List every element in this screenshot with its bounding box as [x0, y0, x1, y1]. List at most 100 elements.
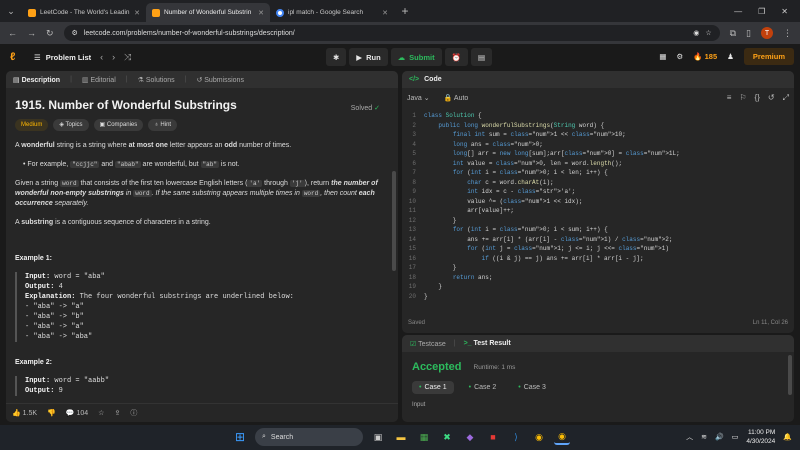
store-icon[interactable]: ▦: [416, 429, 432, 445]
shuffle-icon[interactable]: ⤨: [124, 52, 131, 63]
task-view-icon[interactable]: ▣: [370, 429, 386, 445]
fullscreen-icon[interactable]: ⤢: [783, 93, 789, 103]
braces-icon[interactable]: {}: [755, 93, 760, 103]
result-scrollbar[interactable]: [788, 355, 792, 395]
eye-off-icon[interactable]: ◉: [693, 29, 699, 37]
bookmark-star-icon[interactable]: ☆: [705, 29, 711, 37]
game-app-icon[interactable]: ■: [485, 429, 501, 445]
new-tab-icon[interactable]: +: [394, 0, 416, 22]
favorite-button[interactable]: ☆: [98, 409, 104, 417]
streak-counter[interactable]: 🔥 185: [693, 52, 717, 61]
tab-submissions[interactable]: ↺ Submissions: [196, 76, 244, 84]
xbox-icon[interactable]: ✖: [439, 429, 455, 445]
close-tab-icon[interactable]: ✕: [258, 9, 264, 17]
reset-icon[interactable]: ↺: [768, 93, 775, 103]
close-tab-icon[interactable]: ✕: [382, 9, 388, 17]
tab-description[interactable]: ▤ Description: [13, 76, 60, 84]
tab-solutions[interactable]: ⚗ Solutions: [138, 76, 175, 84]
save-status: Saved: [408, 320, 426, 326]
browser-tab-google[interactable]: ipl match - Google Search ✕: [270, 3, 394, 22]
battery-icon[interactable]: ▭: [732, 433, 739, 441]
user-avatar[interactable]: ♟: [727, 52, 734, 61]
bookmark-icon[interactable]: ⚐: [739, 93, 746, 103]
topics-tag[interactable]: ◈ Topics: [53, 119, 89, 131]
prev-problem-icon[interactable]: ‹: [100, 52, 103, 62]
case-tab-1[interactable]: • Case 1: [412, 381, 454, 394]
extensions-icon[interactable]: ⧉: [730, 28, 736, 39]
close-window-icon[interactable]: ✕: [781, 7, 788, 16]
code-line: 11 arr[value]++;: [402, 206, 794, 216]
share-button[interactable]: ⇪: [114, 409, 120, 417]
browser-tab-leetcode-home[interactable]: LeetCode - The World's Leadin ✕: [22, 3, 146, 22]
taskbar-search[interactable]: ⌕ Search: [255, 428, 363, 446]
vscode-icon[interactable]: ⟩: [508, 429, 524, 445]
notes-button[interactable]: ▤: [470, 48, 493, 66]
browser-menu-icon[interactable]: ⋮: [783, 28, 792, 39]
problem-list-button[interactable]: ☰ Problem List: [34, 53, 91, 62]
tab-label: Submissions: [204, 76, 244, 84]
minimize-icon[interactable]: —: [734, 7, 742, 16]
photos-icon[interactable]: ◆: [462, 429, 478, 445]
example-key: Input:: [25, 273, 51, 281]
tab-label: Test Result: [473, 340, 511, 347]
code-editor[interactable]: 1 class Solution {2 public long wonderful…: [402, 108, 794, 308]
hint-tag[interactable]: ♁ Hint: [148, 119, 178, 131]
submit-button[interactable]: ☁ Submit: [390, 48, 442, 66]
lock-icon: ▣: [99, 122, 106, 128]
run-button[interactable]: ▶ Run: [349, 48, 388, 66]
wifi-icon[interactable]: ≋: [701, 433, 707, 441]
share-icon: ⇪: [114, 410, 121, 417]
browser-tab-problem[interactable]: Number of Wonderful Substrin ✕: [146, 3, 270, 22]
leetcode-topbar: ℓ ☰ Problem List ‹ › ⤨ ✱ ▶ Run ☁ Submit ⏰ …: [0, 44, 800, 70]
case-tab-3[interactable]: • Case 3: [511, 381, 553, 394]
submit-label: Submit: [409, 52, 435, 62]
companies-tag[interactable]: ▣ Companies: [93, 119, 144, 131]
dislike-button[interactable]: 👎: [47, 409, 56, 417]
maximize-icon[interactable]: ❐: [758, 7, 765, 16]
clock[interactable]: 11:00 PM 4/30/2024: [746, 428, 775, 446]
text: letter appears an: [167, 142, 225, 149]
settings-icon[interactable]: ⚙: [676, 52, 683, 61]
chrome-active-icon[interactable]: ◉: [554, 429, 570, 445]
sidepanel-icon[interactable]: ▯: [746, 28, 751, 39]
tab-testcase[interactable]: ☑ Testcase: [410, 340, 446, 348]
help-button[interactable]: ⓘ: [130, 408, 137, 418]
case-tab-2[interactable]: • Case 2: [462, 381, 504, 394]
address-bar[interactable]: ⚙ leetcode.com/problems/number-of-wonder…: [63, 25, 720, 41]
auto-mode-toggle[interactable]: 🔒 Auto: [444, 94, 469, 102]
timer-button[interactable]: ⏰: [444, 48, 468, 66]
site-info-icon[interactable]: ⚙: [72, 29, 78, 37]
premium-button[interactable]: Premium: [743, 48, 794, 65]
text: are wonderful, but: [140, 161, 201, 168]
chrome-icon[interactable]: ◉: [531, 429, 547, 445]
back-icon[interactable]: ←: [8, 28, 17, 38]
comments-button[interactable]: 💬 104: [66, 409, 88, 417]
close-tab-icon[interactable]: ✕: [134, 9, 140, 17]
tab-search-icon[interactable]: ⌄: [0, 0, 22, 22]
windows-start-icon[interactable]: ⊞: [232, 429, 248, 445]
forward-icon[interactable]: →: [27, 28, 36, 38]
line-number: 3: [412, 131, 416, 138]
tab-test-result[interactable]: >_ Test Result: [464, 340, 511, 347]
problem-tags: Medium ◈ Topics ▣ Companies ♁ Hint: [15, 119, 389, 131]
note-icon: ▤: [477, 52, 486, 62]
leetcode-logo-icon[interactable]: ℓ: [10, 51, 22, 63]
volume-icon[interactable]: 🔊: [715, 433, 724, 441]
problem-title[interactable]: 1915. Number of Wonderful Substrings: [15, 99, 389, 111]
tray-chevron-icon[interactable]: ︿: [686, 432, 693, 442]
like-button[interactable]: 👍 1.5K: [12, 409, 37, 417]
file-explorer-icon[interactable]: ▬: [393, 429, 409, 445]
layout-icon[interactable]: ▦: [659, 52, 666, 61]
debug-button[interactable]: ✱: [326, 48, 347, 66]
notification-bell-icon[interactable]: 🔔: [783, 433, 792, 441]
description-scrollbar[interactable]: [392, 171, 396, 271]
next-problem-icon[interactable]: ›: [112, 52, 115, 62]
tab-divider: |: [453, 340, 456, 347]
profile-avatar[interactable]: T: [761, 27, 773, 39]
tab-editorial[interactable]: ▥ Editorial: [82, 76, 116, 84]
format-icon[interactable]: ≡: [727, 93, 732, 103]
language-select[interactable]: Java ⌄: [407, 94, 430, 102]
reload-icon[interactable]: ↻: [46, 28, 54, 39]
code-panel-header: </> Code: [402, 71, 794, 88]
mode-label: Auto: [453, 95, 469, 102]
